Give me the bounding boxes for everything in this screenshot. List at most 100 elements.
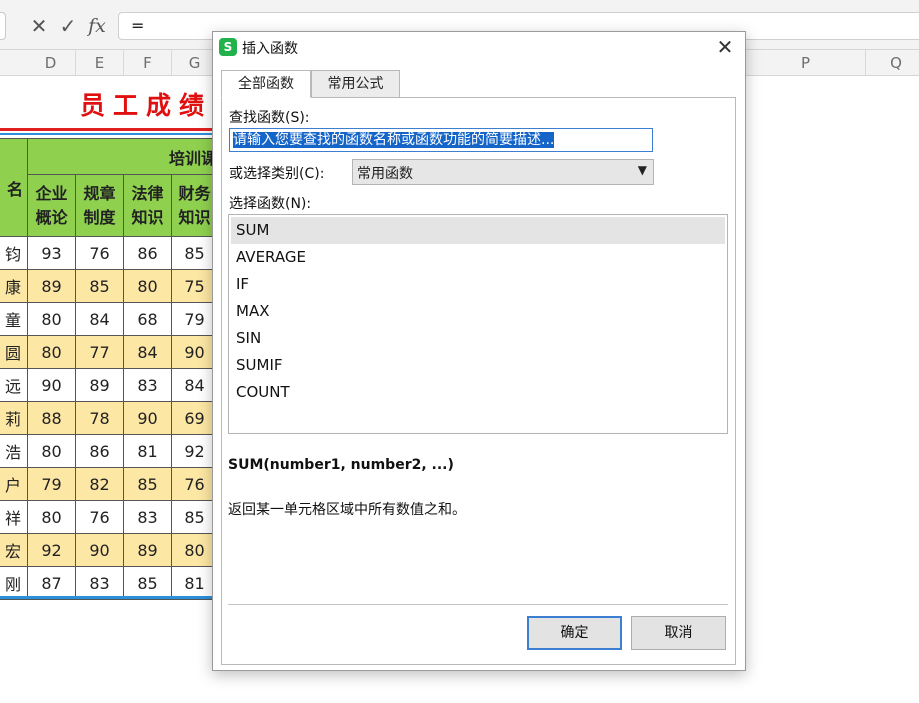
score-cell[interactable]: 77: [75, 335, 124, 369]
score-cell[interactable]: 89: [123, 533, 172, 567]
score-cell[interactable]: 80: [27, 302, 76, 336]
score-cell[interactable]: 90: [27, 368, 76, 402]
table-row: 圆 80 77 84 90: [0, 335, 218, 369]
score-cell[interactable]: 79: [171, 302, 218, 336]
employee-name-cell[interactable]: 圆: [0, 335, 28, 369]
dialog-divider: [228, 604, 728, 605]
search-input-text: 请输入您要查找的函数名称或函数功能的简要描述...: [233, 132, 555, 148]
ok-button[interactable]: 确定: [527, 616, 622, 650]
score-cell[interactable]: 80: [27, 434, 76, 468]
sheet-title: 员工成绩: [80, 91, 213, 120]
score-cell[interactable]: 69: [171, 401, 218, 435]
check-icon[interactable]: ✓: [55, 13, 81, 39]
title-underline-blue: [0, 133, 214, 135]
function-item-max[interactable]: MAX: [231, 298, 725, 325]
header-name-cell[interactable]: 名: [0, 138, 28, 237]
score-cell[interactable]: 93: [27, 236, 76, 270]
header-training-group[interactable]: 培训课: [27, 138, 218, 175]
score-cell[interactable]: 80: [27, 335, 76, 369]
score-cell[interactable]: 90: [75, 533, 124, 567]
tab-all-functions[interactable]: 全部函数: [221, 70, 311, 98]
employee-name-cell[interactable]: 祥: [0, 500, 28, 534]
function-signature: SUM(number1, number2, ...): [228, 457, 454, 473]
score-cell[interactable]: 85: [123, 467, 172, 501]
category-select[interactable]: 常用函数 ▼: [352, 159, 654, 185]
score-cell[interactable]: 83: [75, 566, 124, 600]
score-table: 名 培训课 企业 概论 规章 制度 法律 知识 财务 知识 钧 93 76 86 85 康 89 85…: [0, 138, 218, 600]
score-cell[interactable]: 87: [27, 566, 76, 600]
employee-name-cell[interactable]: 童: [0, 302, 28, 336]
category-label: 或选择类别(C):: [229, 166, 325, 182]
column-header-q[interactable]: Q: [866, 50, 919, 76]
score-cell[interactable]: 90: [171, 335, 218, 369]
employee-name-cell[interactable]: 户: [0, 467, 28, 501]
score-cell[interactable]: 85: [123, 566, 172, 600]
score-cell[interactable]: 92: [171, 434, 218, 468]
score-cell[interactable]: 90: [123, 401, 172, 435]
score-cell[interactable]: 75: [171, 269, 218, 303]
dialog-titlebar[interactable]: S 插入函数 ✕: [213, 32, 745, 62]
score-cell[interactable]: 86: [75, 434, 124, 468]
score-cell[interactable]: 79: [27, 467, 76, 501]
score-cell[interactable]: 76: [171, 467, 218, 501]
function-list[interactable]: SUM AVERAGE IF MAX SIN SUMIF COUNT: [228, 214, 728, 434]
tab-common-formulas[interactable]: 常用公式: [311, 70, 400, 98]
close-icon[interactable]: ✕: [713, 35, 737, 59]
employee-name-cell[interactable]: 浩: [0, 434, 28, 468]
function-item-average[interactable]: AVERAGE: [231, 244, 725, 271]
score-cell[interactable]: 68: [123, 302, 172, 336]
dialog-title: 插入函数: [242, 41, 298, 57]
score-cell[interactable]: 81: [123, 434, 172, 468]
column-header-e[interactable]: E: [76, 50, 124, 76]
score-cell[interactable]: 76: [75, 236, 124, 270]
function-item-count[interactable]: COUNT: [231, 379, 725, 406]
score-cell[interactable]: 86: [123, 236, 172, 270]
search-label: 查找函数(S):: [229, 110, 310, 126]
score-cell[interactable]: 84: [75, 302, 124, 336]
table-row: 远 90 89 83 84: [0, 368, 218, 402]
score-cell[interactable]: 76: [75, 500, 124, 534]
function-item-sumif[interactable]: SUMIF: [231, 352, 725, 379]
name-box[interactable]: [0, 12, 6, 40]
column-header-p[interactable]: P: [746, 50, 866, 76]
function-item-sum[interactable]: SUM: [231, 217, 725, 244]
score-cell[interactable]: 92: [27, 533, 76, 567]
column-header-f[interactable]: F: [124, 50, 172, 76]
employee-name-cell[interactable]: 钧: [0, 236, 28, 270]
column-header-d[interactable]: D: [26, 50, 76, 76]
score-cell[interactable]: 83: [123, 368, 172, 402]
score-cell[interactable]: 80: [27, 500, 76, 534]
score-cell[interactable]: 89: [75, 368, 124, 402]
score-cell[interactable]: 85: [75, 269, 124, 303]
table-row: 祥 80 76 83 85: [0, 500, 218, 534]
score-cell[interactable]: 80: [171, 533, 218, 567]
employee-name-cell[interactable]: 宏: [0, 533, 28, 567]
table-row: 莉 88 78 90 69: [0, 401, 218, 435]
score-cell[interactable]: 88: [27, 401, 76, 435]
cancel-button[interactable]: 取消: [631, 616, 726, 650]
header-course-1[interactable]: 企业 概论: [27, 174, 76, 237]
function-item-if[interactable]: IF: [231, 271, 725, 298]
score-cell[interactable]: 84: [123, 335, 172, 369]
header-course-3[interactable]: 法律 知识: [123, 174, 172, 237]
score-cell[interactable]: 82: [75, 467, 124, 501]
employee-name-cell[interactable]: 刚: [0, 566, 28, 600]
employee-name-cell[interactable]: 莉: [0, 401, 28, 435]
employee-name-cell[interactable]: 远: [0, 368, 28, 402]
close-icon[interactable]: ✕: [26, 13, 52, 39]
score-cell[interactable]: 81: [171, 566, 218, 600]
employee-name-cell[interactable]: 康: [0, 269, 28, 303]
header-course-2[interactable]: 规章 制度: [75, 174, 124, 237]
insert-function-icon[interactable]: fx: [84, 13, 110, 39]
function-item-sin[interactable]: SIN: [231, 325, 725, 352]
score-cell[interactable]: 85: [171, 500, 218, 534]
score-cell[interactable]: 80: [123, 269, 172, 303]
score-cell[interactable]: 78: [75, 401, 124, 435]
search-input[interactable]: 请输入您要查找的函数名称或函数功能的简要描述...: [229, 128, 653, 152]
header-course-4[interactable]: 财务 知识: [171, 174, 218, 237]
table-row: 户 79 82 85 76: [0, 467, 218, 501]
score-cell[interactable]: 85: [171, 236, 218, 270]
score-cell[interactable]: 89: [27, 269, 76, 303]
score-cell[interactable]: 84: [171, 368, 218, 402]
score-cell[interactable]: 83: [123, 500, 172, 534]
